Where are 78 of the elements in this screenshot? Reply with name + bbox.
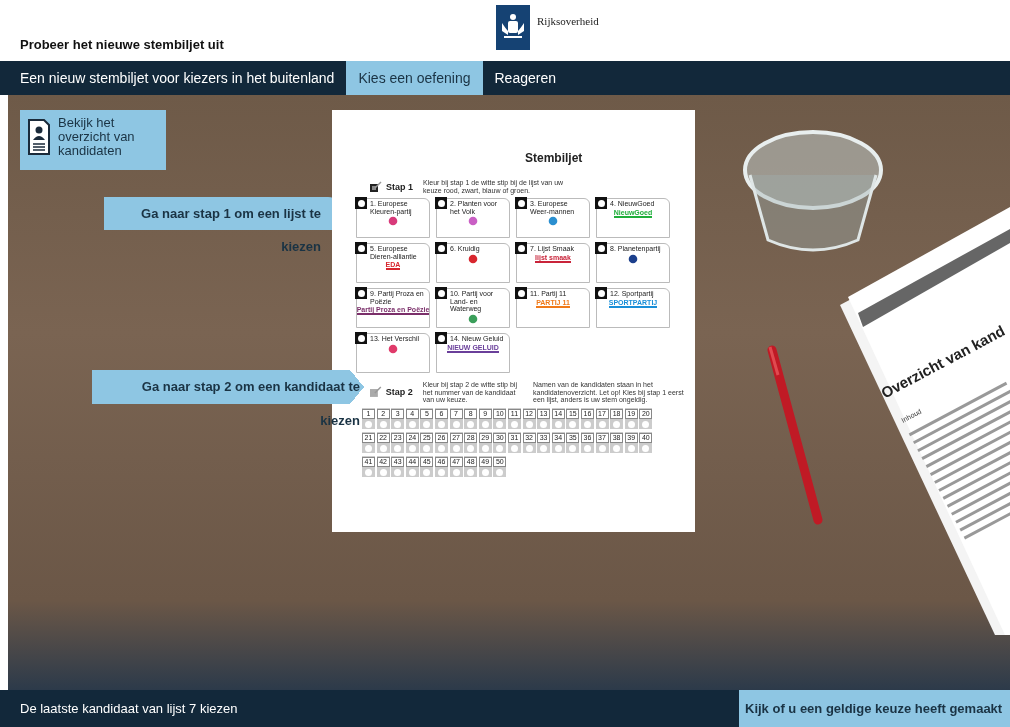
- radio-dot[interactable]: [467, 420, 475, 428]
- radio-dot[interactable]: [540, 444, 548, 452]
- radio-dot[interactable]: [481, 468, 489, 476]
- document-person-icon: [28, 119, 50, 155]
- radio-dot[interactable]: [583, 420, 591, 428]
- pencil-checkbox-icon: [370, 180, 382, 193]
- step-label: Stap 1: [386, 181, 413, 192]
- radio-dot[interactable]: [423, 468, 431, 476]
- radio-dot[interactable]: [525, 444, 533, 452]
- radio-dot[interactable]: [627, 420, 635, 428]
- radio-dot[interactable]: [583, 444, 591, 452]
- radio-dot[interactable]: [642, 444, 650, 452]
- radio-dot[interactable]: [467, 444, 475, 452]
- nav-tab[interactable]: Reageren: [482, 61, 568, 95]
- radio-dot[interactable]: [598, 420, 606, 428]
- radio-dot[interactable]: [435, 242, 447, 254]
- radio-dot[interactable]: [613, 444, 621, 452]
- nav-tab[interactable]: Kies een oefening: [346, 61, 483, 95]
- radio-dot[interactable]: [569, 444, 577, 452]
- radio-dot[interactable]: [394, 444, 402, 452]
- radio-dot[interactable]: [452, 468, 460, 476]
- radio-dot[interactable]: [355, 242, 367, 254]
- radio-dot[interactable]: [379, 444, 387, 452]
- radio-dot[interactable]: [481, 420, 489, 428]
- radio-dot[interactable]: [365, 444, 372, 452]
- status-text: De laatste kandidaat van lijst 7 kiezen: [20, 701, 238, 716]
- check-choice-button[interactable]: Kijk of u een geldige keuze heeft gemaakt: [739, 690, 1010, 727]
- radio-dot[interactable]: [510, 444, 518, 452]
- radio-dot[interactable]: [540, 420, 548, 428]
- radio-dot[interactable]: [423, 444, 431, 452]
- radio-dot[interactable]: [515, 287, 527, 299]
- radio-dot[interactable]: [554, 444, 562, 452]
- logo-text: Rijksoverheid: [537, 15, 599, 29]
- radio-dot[interactable]: [408, 444, 416, 452]
- radio-dot[interactable]: [598, 444, 606, 452]
- radio-dot[interactable]: [435, 287, 447, 299]
- radio-dot[interactable]: [408, 420, 416, 428]
- radio-dot[interactable]: [467, 468, 475, 476]
- radio-dot[interactable]: [355, 332, 367, 344]
- pencil-checkbox-icon: [370, 386, 382, 399]
- radio-dot[interactable]: [365, 420, 372, 428]
- radio-dot[interactable]: [627, 444, 635, 452]
- step-label: Stap 2: [385, 387, 413, 398]
- radio-dot[interactable]: [423, 420, 431, 428]
- radio-dot[interactable]: [437, 444, 445, 452]
- radio-dot[interactable]: [613, 420, 621, 428]
- radio-dot[interactable]: [355, 197, 367, 209]
- radio-dot[interactable]: [569, 420, 577, 428]
- radio-dot[interactable]: [394, 420, 402, 428]
- radio-dot[interactable]: [394, 468, 402, 476]
- radio-dot[interactable]: [355, 287, 367, 299]
- radio-dot[interactable]: [525, 420, 533, 428]
- site-title: Probeer het nieuwe stembiljet uit: [20, 37, 224, 52]
- radio-dot[interactable]: [510, 420, 518, 428]
- radio-dot[interactable]: [365, 468, 372, 476]
- ballot-title: Stembiljet: [525, 151, 584, 165]
- radio-dot[interactable]: [435, 197, 447, 209]
- radio-dot[interactable]: [452, 444, 460, 452]
- radio-dot[interactable]: [595, 242, 607, 254]
- radio-dot[interactable]: [379, 468, 387, 476]
- radio-dot[interactable]: [496, 468, 504, 476]
- radio-dot[interactable]: [515, 242, 527, 254]
- nav-tab[interactable]: Een nieuw stembiljet voor kiezers in het buitenland: [8, 61, 347, 95]
- radio-dot[interactable]: [595, 287, 607, 299]
- radio-dot[interactable]: [496, 420, 504, 428]
- radio-dot[interactable]: [437, 420, 445, 428]
- radio-dot[interactable]: [452, 420, 460, 428]
- radio-dot[interactable]: [642, 420, 650, 428]
- radio-dot[interactable]: [435, 332, 447, 344]
- radio-dot[interactable]: [408, 468, 416, 476]
- radio-dot[interactable]: [481, 444, 489, 452]
- radio-dot[interactable]: [595, 197, 607, 209]
- radio-dot[interactable]: [515, 197, 527, 209]
- candidate-overview-button[interactable]: Bekijk het overzicht van kandidaten: [20, 110, 166, 170]
- radio-dot[interactable]: [437, 468, 445, 476]
- radio-dot[interactable]: [554, 420, 562, 428]
- radio-dot[interactable]: [379, 420, 387, 428]
- radio-dot[interactable]: [496, 444, 504, 452]
